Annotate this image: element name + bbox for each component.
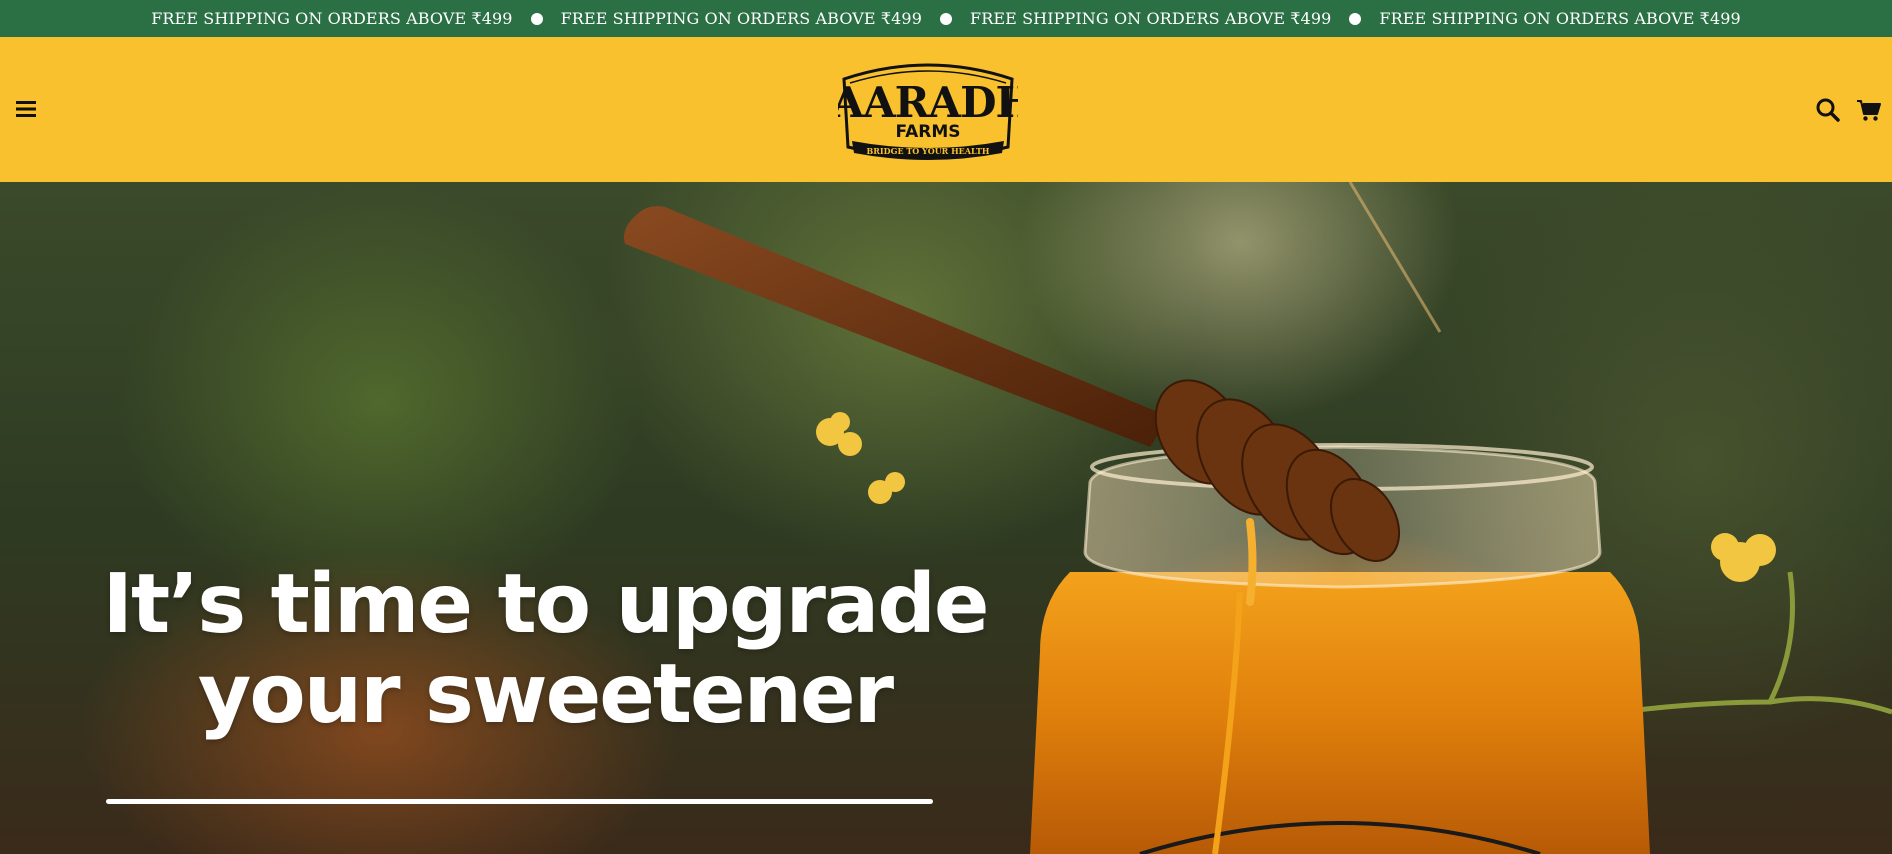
search-icon[interactable]: [1815, 97, 1841, 123]
hero-banner[interactable]: It’s time to upgrade your sweetener: [0, 182, 1892, 854]
logo-tagline: BRIDGE TO YOUR HEALTH: [867, 146, 990, 156]
hamburger-menu-icon[interactable]: [14, 99, 38, 119]
separator-dot: [1349, 12, 1362, 25]
hero-title: It’s time to upgrade your sweetener: [90, 560, 1000, 740]
announcement-message: FREE SHIPPING ON ORDERS ABOVE ₹499: [560, 9, 922, 28]
cart-icon[interactable]: [1856, 97, 1882, 123]
separator-dot: [940, 12, 952, 25]
announcement-message: FREE SHIPPING ON ORDERS ABOVE ₹499: [970, 9, 1332, 28]
brand-logo[interactable]: VAARADHI FARMS BRIDGE TO YOUR HEALTH: [802, 57, 1054, 161]
logo-brand-text: VAARADHI: [838, 78, 1018, 127]
site-header: VAARADHI FARMS BRIDGE TO YOUR HEALTH: [0, 37, 1892, 182]
hero-divider: [106, 799, 933, 804]
announcement-message: FREE SHIPPING ON ORDERS ABOVE ₹499: [151, 9, 513, 28]
hero-title-line-2: your sweetener: [197, 647, 894, 742]
announcement-message: FREE SHIPPING ON ORDERS ABOVE ₹499: [1379, 9, 1741, 28]
announcement-bar: FREE SHIPPING ON ORDERS ABOVE ₹499 FREE …: [0, 0, 1892, 37]
honey-jar-image: [624, 182, 1892, 854]
logo-sub-text: FARMS: [895, 122, 960, 142]
separator-dot: [530, 12, 543, 25]
hero-title-line-1: It’s time to upgrade: [102, 557, 989, 652]
